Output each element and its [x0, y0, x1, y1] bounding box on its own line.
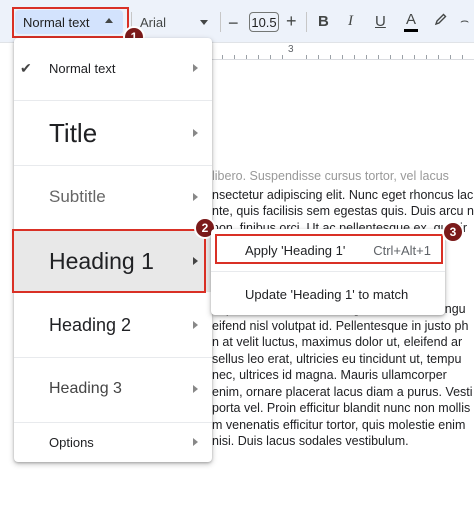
pencil-icon: [434, 13, 447, 26]
doc-line: n at velit luctus, maximus dolor ut, ele…: [212, 335, 463, 349]
font-size-input[interactable]: 10.5: [249, 12, 279, 32]
update-heading-1-label: Update 'Heading 1' to match: [245, 286, 409, 302]
menu-item-label: Normal text: [49, 60, 116, 76]
bold-button[interactable]: B: [318, 13, 329, 30]
highlight-button[interactable]: [434, 12, 448, 26]
doc-line: porta vel. Proin efficitur blandit nunc …: [212, 401, 471, 415]
doc-line: sellus leo erat, ultricies eu tincidunt …: [212, 351, 462, 366]
doc-line: m venenatis efficitur tortor, quis moles…: [212, 417, 466, 432]
increase-font-size-button[interactable]: +: [286, 11, 297, 32]
document-body-top: libero. Suspendisse cursus tortor, vel l…: [212, 168, 474, 236]
doc-line: nsectetur adipiscing elit. Nunc eget rho…: [212, 187, 474, 202]
ruler-mark: 3: [288, 44, 294, 55]
chevron-right-icon: [193, 321, 198, 329]
menu-item-label: Subtitle: [49, 187, 106, 206]
horizontal-ruler: 3: [212, 43, 474, 60]
doc-line: libero. Suspendisse cursus tortor, vel l…: [212, 169, 449, 183]
caret-down-icon: [200, 20, 208, 25]
menu-item-label: Title: [49, 117, 98, 148]
decrease-font-size-button[interactable]: −: [228, 13, 239, 34]
chevron-right-icon: [193, 385, 198, 393]
menu-item-heading-2[interactable]: Heading 2: [14, 296, 212, 354]
menu-item-label: Heading 3: [49, 380, 122, 397]
menu-item-label: Heading 2: [49, 314, 132, 335]
doc-line: eifend nisl volutpat id. Pellentesque in…: [212, 318, 469, 333]
text-color-button[interactable]: A: [404, 11, 418, 32]
document-body-bottom: ut purus. Etiam rhoncus ligula lorem, id…: [212, 301, 474, 450]
doc-line: nisi. Duis lacus sodales vestibulum.: [212, 434, 409, 448]
toolbar-divider: [306, 12, 307, 32]
chevron-right-icon: [193, 193, 198, 201]
checkmark-icon: ✔: [20, 59, 32, 76]
doc-line: nec, ultrices id magna. Mauris ullamcorp…: [212, 368, 447, 382]
menu-item-title[interactable]: Title: [14, 102, 212, 164]
chevron-right-icon: [193, 64, 198, 72]
italic-button[interactable]: I: [348, 13, 353, 30]
more-options-button[interactable]: ⌢: [460, 12, 469, 29]
chevron-right-icon: [193, 438, 198, 446]
menu-item-normal-text[interactable]: ✔ Normal text: [14, 50, 212, 86]
font-family-dropdown[interactable]: Arial: [140, 10, 214, 34]
menu-item-label: Options: [49, 434, 94, 450]
chevron-right-icon: [193, 129, 198, 137]
underline-button[interactable]: U: [375, 13, 386, 30]
menu-item-options[interactable]: Options: [14, 428, 212, 456]
doc-line: enim, ornare placerat lacus diam a purus…: [212, 384, 473, 399]
menu-item-subtitle[interactable]: Subtitle: [14, 168, 212, 226]
update-heading-1-item[interactable]: Update 'Heading 1' to match: [211, 279, 445, 309]
text-color-swatch: [404, 29, 418, 32]
text-color-label: A: [405, 11, 416, 28]
toolbar-divider: [220, 12, 221, 32]
annotation-box-apply-heading-1: [215, 234, 443, 264]
font-family-value: Arial: [140, 14, 167, 30]
doc-line: nte, quis facilisis sem egestas quis. Du…: [212, 204, 474, 218]
annotation-box-style-dropdown: [12, 7, 129, 38]
menu-item-heading-3[interactable]: Heading 3: [14, 360, 212, 418]
step-badge-3: 3: [442, 221, 464, 243]
annotation-box-heading-1: [12, 229, 206, 293]
